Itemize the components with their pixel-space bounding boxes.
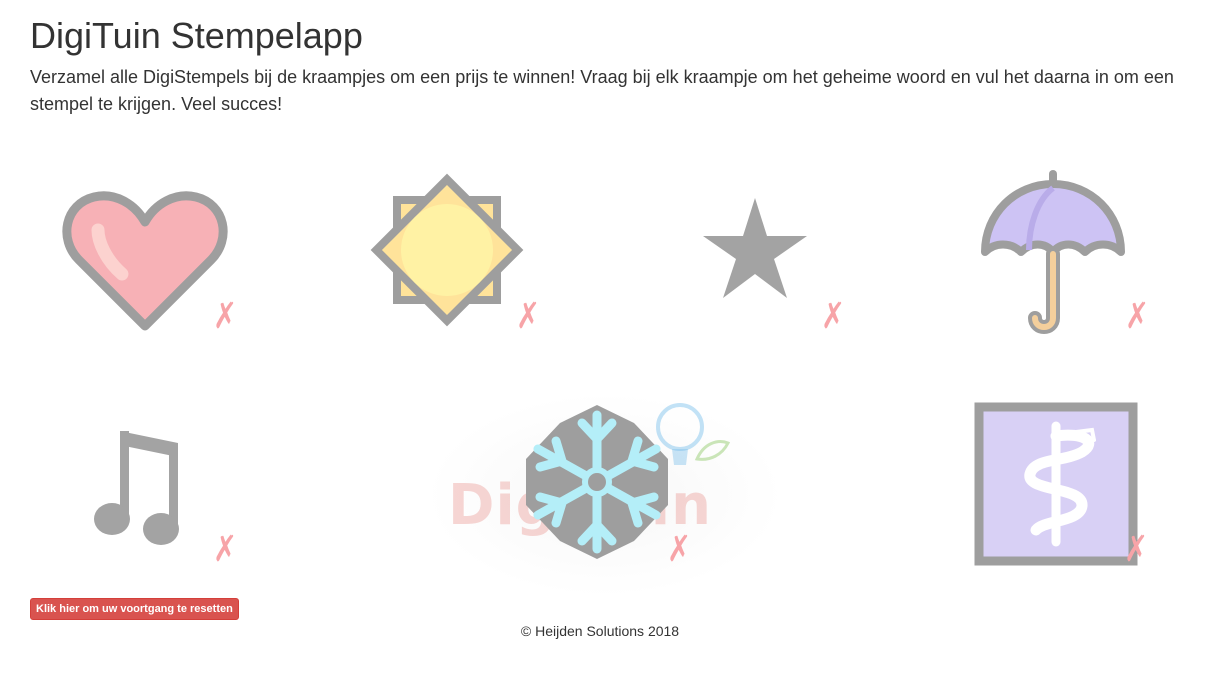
umbrella-icon (977, 170, 1137, 340)
page-title: DigiTuin Stempelapp (30, 15, 363, 56)
not-collected-mark: ✗ (213, 529, 238, 570)
star-icon (700, 196, 810, 300)
stamp-snowflake: ✗ (488, 395, 748, 585)
not-collected-mark: ✗ (213, 296, 238, 337)
not-collected-mark: ✗ (667, 529, 692, 570)
footer-copyright: © Heijden Solutions 2018 (520, 623, 680, 639)
caduceus-icon (974, 402, 1138, 566)
not-collected-mark: ✗ (516, 296, 541, 337)
stamp-caduceus: ✗ (941, 395, 1201, 585)
stamp-heart: ✗ (30, 160, 290, 350)
not-collected-mark: ✗ (1125, 296, 1150, 337)
reset-progress-button[interactable]: Klik hier om uw voortgang te resetten (30, 598, 239, 620)
stamp-umbrella: ✗ (941, 160, 1201, 350)
heart-icon (60, 180, 230, 340)
stamp-star: ✗ (638, 160, 898, 350)
not-collected-mark: ✗ (821, 296, 846, 337)
intro-text: Verzamel alle DigiStempels bij de kraamp… (30, 67, 1174, 114)
stamp-sun: ✗ (335, 160, 595, 350)
sun-icon (365, 168, 529, 332)
music-note-icon (90, 423, 190, 549)
not-collected-mark: ✗ (1124, 529, 1149, 570)
stamp-music: ✗ (30, 395, 290, 585)
snowflake-icon (522, 401, 672, 563)
